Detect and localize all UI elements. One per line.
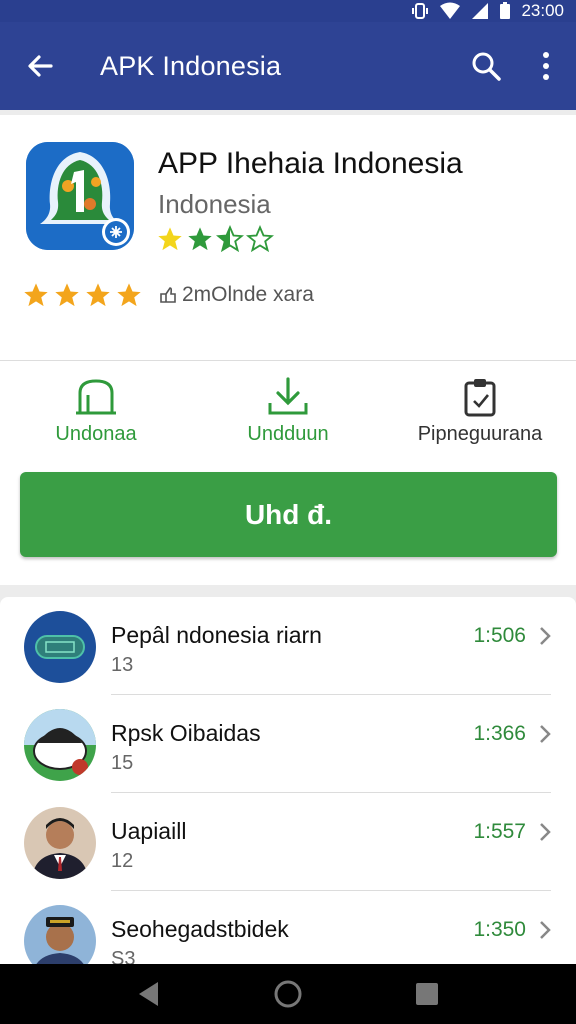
list-item-title: Seohegadstbidek (111, 916, 289, 942)
system-nav-bar (0, 964, 576, 1024)
star-full-green-icon (188, 227, 212, 251)
app-name: APP Ihehaia Indonesia (158, 147, 463, 180)
share-icon (160, 287, 176, 303)
list-avatar (24, 709, 96, 781)
list-item-subtitle: 13 (111, 654, 134, 676)
action-pipneguurana[interactable]: Pipneguurana (384, 377, 576, 457)
divider (0, 360, 576, 361)
badge-logo-icon (24, 611, 96, 683)
list-item-title: Uapiaill (111, 818, 187, 844)
app-list: Pepâl ndonesia riarn 13 1:506 Rpsk Oibai… (0, 597, 576, 964)
list-item[interactable]: Uapiaill 12 1:557 (0, 793, 576, 891)
bag-icon (76, 379, 116, 415)
big-rating (22, 281, 143, 309)
list-item-title: Pepâl ndonesia riarn (111, 622, 322, 648)
star-full-orange-icon (117, 283, 141, 307)
chevron-right-icon (540, 725, 551, 743)
action-label: Undduun (247, 423, 329, 445)
list-item-value: 1:506 (473, 624, 526, 647)
page-title: APK Indonesia (100, 50, 282, 81)
person-peci-photo-icon (24, 905, 96, 964)
star-half-green-icon (216, 225, 244, 253)
action-row: Undonaa Undduun Pipneguurana (0, 377, 576, 457)
vibrate-icon (412, 3, 429, 19)
list-avatar (24, 611, 96, 683)
person-photo-icon (24, 807, 96, 879)
home-circle-icon[interactable] (273, 979, 303, 1009)
list-avatar (24, 807, 96, 879)
list-item-value: 1:557 (473, 820, 526, 843)
list-item-subtitle: 12 (111, 850, 134, 872)
star-full-yellow-icon (158, 227, 182, 251)
app-meta: 2mOlnde xara (158, 283, 314, 307)
chevron-right-icon (540, 921, 551, 939)
action-undonaa[interactable]: Undonaa (0, 377, 192, 457)
action-label: Pipneguurana (417, 423, 543, 445)
search-icon (472, 52, 501, 81)
star-full-orange-icon (86, 283, 110, 307)
signal-icon (472, 3, 489, 19)
recents-square-icon[interactable] (414, 981, 440, 1007)
battery-icon (500, 2, 511, 19)
chevron-right-icon (540, 627, 551, 645)
list-item[interactable]: Pepâl ndonesia riarn 13 1:506 (0, 597, 576, 695)
list-item-value: 1:350 (473, 918, 526, 941)
more-vert-icon (543, 52, 549, 80)
chevron-right-icon (540, 823, 551, 841)
star-full-orange-icon (24, 283, 48, 307)
action-undduun[interactable]: Undduun (192, 377, 384, 457)
download-icon (268, 377, 308, 415)
search-button[interactable] (456, 22, 516, 110)
clipboard-icon (464, 379, 496, 417)
wifi-icon (440, 2, 461, 19)
small-rating (156, 225, 274, 253)
app-icon[interactable] (26, 142, 134, 250)
arrow-left-icon (28, 55, 53, 77)
back-triangle-icon[interactable] (136, 980, 162, 1008)
list-item-value: 1:366 (473, 722, 526, 745)
install-button[interactable]: Uhd đ. (20, 472, 557, 557)
star-empty-green-icon (246, 225, 274, 253)
list-item-subtitle: S3 (111, 948, 136, 964)
bell-logo-icon (26, 142, 134, 250)
action-label: Undonaa (55, 423, 137, 445)
list-item-title: Rpsk Oibaidas (111, 720, 261, 746)
helmet-logo-icon (24, 709, 96, 781)
list-item[interactable]: Rpsk Oibaidas 15 1:366 (0, 695, 576, 793)
list-item-subtitle: 15 (111, 752, 134, 774)
list-item[interactable]: Seohegadstbidek S3 1:350 (0, 891, 576, 964)
app-developer: Indonesia (158, 189, 271, 219)
app-bar: APK Indonesia (0, 22, 576, 110)
back-button[interactable] (0, 22, 80, 110)
star-full-orange-icon (55, 283, 79, 307)
status-bar: 23:00 (0, 0, 576, 22)
status-time: 23:00 (521, 1, 564, 20)
more-options-button[interactable] (516, 22, 576, 110)
app-meta-text: 2mOlnde xara (182, 283, 314, 306)
list-avatar (24, 905, 96, 964)
